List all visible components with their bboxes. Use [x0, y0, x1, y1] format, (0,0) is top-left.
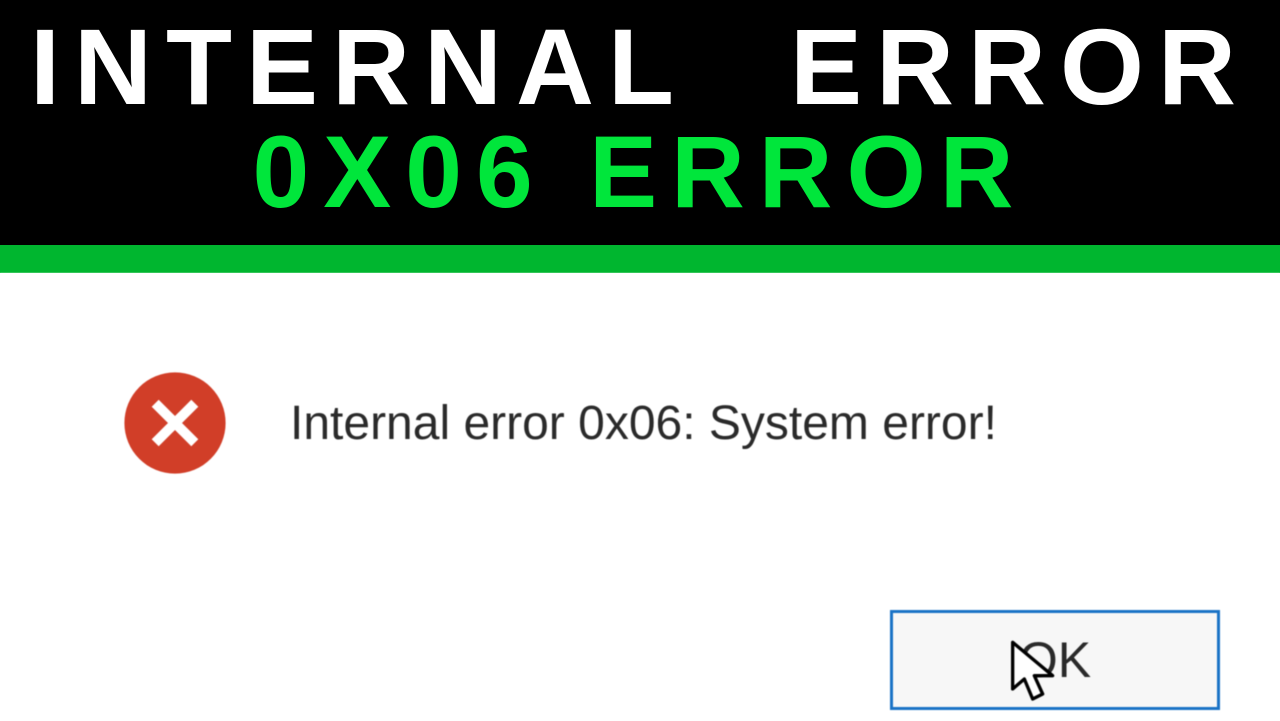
- error-dialog: Internal error 0x06: System error! OK: [0, 273, 1280, 720]
- dialog-content: Internal error 0x06: System error!: [0, 273, 1280, 478]
- banner-line-1: INTERNAL ERROR: [30, 10, 1250, 123]
- title-banner: INTERNAL ERROR 0x06 Error: [0, 0, 1280, 245]
- banner-line-2: 0x06 Error: [30, 119, 1250, 226]
- ok-button[interactable]: OK: [890, 610, 1220, 710]
- dialog-message: Internal error 0x06: System error!: [290, 396, 997, 451]
- ok-button-label: OK: [1019, 631, 1091, 689]
- error-icon: [120, 368, 230, 478]
- divider-strip: [0, 245, 1280, 273]
- dialog-button-row: OK: [890, 610, 1220, 710]
